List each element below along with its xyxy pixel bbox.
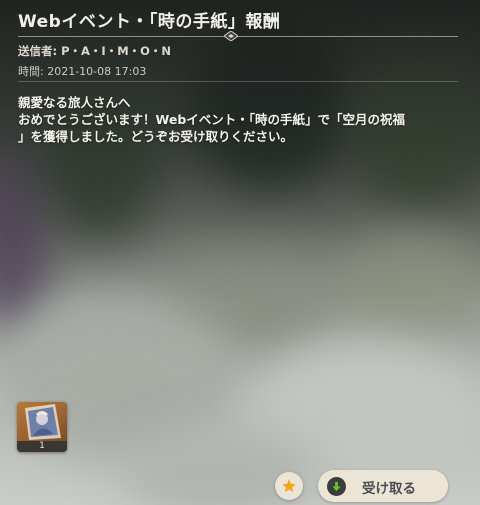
claim-button-label: 受け取る: [362, 481, 416, 497]
divider-ornament-icon: [224, 31, 238, 41]
mail-body-line: 」を獲得しました。どうぞお受け取りください。: [18, 129, 294, 144]
title-divider: [18, 36, 458, 37]
favorite-button[interactable]: [275, 472, 303, 500]
mail-title: Webイベント・「時の手紙」報酬: [18, 12, 281, 32]
star-icon: [282, 479, 296, 492]
mail-body-line: 親愛なる旅人さんへ: [18, 95, 131, 110]
mail-body-line: おめでとうございます！Webイベント・「時の手紙」で「空月の祝福: [18, 112, 406, 127]
attachment-item[interactable]: 1: [17, 402, 67, 452]
header-divider: [18, 81, 458, 82]
arrow-down-icon: [327, 477, 346, 496]
mail-time: 時間: 2021-10-08 17:03: [18, 65, 147, 78]
character-portrait-icon: [17, 402, 67, 442]
mail-sender: 送信者: P・A・I・M・O・N: [18, 44, 172, 58]
attachment-count: 1: [17, 441, 67, 452]
mail-body: 親愛なる旅人さんへ おめでとうございます！Webイベント・「時の手紙」で「空月の…: [18, 94, 458, 145]
claim-button[interactable]: 受け取る: [318, 470, 448, 502]
